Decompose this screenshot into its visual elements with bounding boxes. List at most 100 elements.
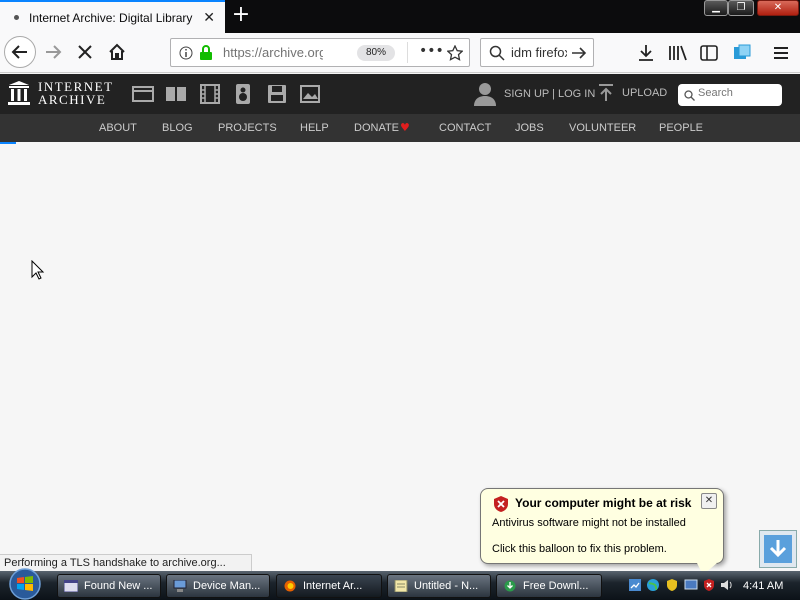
ia-search-icon bbox=[684, 90, 695, 101]
nav-help[interactable]: HELP bbox=[300, 122, 329, 134]
taskbar-device-manager[interactable]: Device Man... bbox=[166, 574, 270, 598]
taskbar-found-new-hardware[interactable]: Found New ... bbox=[57, 574, 161, 598]
images-icon[interactable] bbox=[299, 84, 321, 104]
window-icon bbox=[64, 580, 78, 592]
forward-button[interactable] bbox=[38, 37, 68, 67]
taskbar-free-download[interactable]: Free Downl... bbox=[496, 574, 602, 598]
back-button[interactable] bbox=[4, 36, 36, 68]
back-arrow-icon bbox=[11, 45, 27, 59]
taskbar-label: Device Man... bbox=[193, 580, 261, 592]
info-icon[interactable] bbox=[179, 46, 193, 60]
ia-logo-line2: ARCHIVE bbox=[38, 92, 107, 107]
search-bar[interactable]: idm firefox bbox=[480, 38, 594, 67]
nav-contact[interactable]: CONTACT bbox=[439, 122, 491, 134]
new-tab-button[interactable]: + bbox=[230, 4, 252, 28]
home-button[interactable] bbox=[102, 37, 132, 67]
zoom-indicator[interactable]: 80% bbox=[357, 45, 395, 61]
web-icon[interactable] bbox=[132, 84, 154, 104]
browser-tab[interactable]: Internet Archive: Digital Library of Fre… bbox=[0, 0, 225, 33]
nav-donate[interactable]: DONATE bbox=[354, 122, 399, 134]
library-icon[interactable] bbox=[668, 44, 688, 62]
balloon-close-icon[interactable]: ✕ bbox=[701, 493, 717, 509]
taskbar-label: Free Downl... bbox=[523, 580, 589, 592]
lock-icon[interactable] bbox=[199, 45, 213, 61]
nav-blog[interactable]: BLOG bbox=[162, 122, 193, 134]
software-icon[interactable] bbox=[266, 84, 288, 104]
search-go-icon[interactable] bbox=[571, 46, 587, 60]
ia-building-icon bbox=[8, 81, 30, 105]
stop-button[interactable] bbox=[70, 37, 100, 67]
minimize-button[interactable]: ▁ bbox=[704, 0, 728, 16]
notepad-icon bbox=[394, 580, 408, 592]
user-icon bbox=[474, 83, 496, 106]
nav-jobs[interactable]: JOBS bbox=[515, 122, 544, 134]
balloon-title: Your computer might be at risk bbox=[515, 496, 692, 510]
url-text[interactable]: https://archive.org bbox=[223, 45, 323, 60]
taskbar-label: Internet Ar... bbox=[303, 580, 363, 592]
search-icon bbox=[489, 45, 505, 61]
stop-icon bbox=[78, 45, 92, 59]
security-balloon[interactable]: Your computer might be at risk Antivirus… bbox=[480, 488, 724, 575]
extension-icon[interactable] bbox=[732, 43, 752, 63]
ia-search-input[interactable] bbox=[698, 87, 778, 99]
taskbar-notepad[interactable]: Untitled - N... bbox=[387, 574, 491, 598]
search-query[interactable]: idm firefox bbox=[511, 45, 567, 60]
home-icon bbox=[109, 43, 125, 60]
nav-volunteer[interactable]: VOLUNTEER bbox=[569, 122, 636, 134]
taskbar-label: Untitled - N... bbox=[414, 580, 479, 592]
upload-text[interactable]: UPLOAD bbox=[622, 87, 667, 99]
loading-dot-icon bbox=[14, 15, 19, 20]
maximize-button[interactable]: ❐ bbox=[728, 0, 754, 16]
audio-icon[interactable] bbox=[232, 84, 254, 104]
forward-arrow-icon bbox=[46, 45, 62, 59]
ia-header: INTERNET ARCHIVE SIGN UP | LOG IN UPLOAD bbox=[0, 74, 800, 114]
ia-logo-text: INTERNET ARCHIVE bbox=[38, 80, 114, 106]
window-close-button[interactable]: ✕ bbox=[757, 0, 799, 16]
mouse-cursor-icon bbox=[31, 260, 45, 280]
tray-display-icon[interactable] bbox=[684, 578, 698, 592]
taskbar: Found New ... Device Man... Internet Ar.… bbox=[0, 568, 800, 600]
menu-icon[interactable] bbox=[773, 46, 789, 60]
nav-toolbar: https://archive.org 80% ••• idm firefox bbox=[0, 33, 800, 73]
screen: Internet Archive: Digital Library of Fre… bbox=[0, 0, 800, 600]
signup-login-text[interactable]: SIGN UP | LOG IN bbox=[504, 88, 595, 100]
upload-icon bbox=[599, 84, 613, 101]
tray-shield-icon[interactable] bbox=[665, 578, 679, 592]
ia-search-box[interactable] bbox=[678, 84, 782, 106]
computer-icon bbox=[173, 580, 187, 592]
windows-orb-icon bbox=[9, 568, 41, 600]
taskbar-internet-archive[interactable]: Internet Ar... bbox=[276, 574, 382, 598]
balloon-message: Antivirus software might not be installe… bbox=[492, 517, 686, 529]
download-globe-icon bbox=[504, 580, 516, 592]
nav-people[interactable]: PEOPLE bbox=[659, 122, 703, 134]
tab-strip: Internet Archive: Digital Library of Fre… bbox=[0, 0, 800, 33]
ia-nav-bar: ABOUT BLOG PROJECTS HELP DONATE ♥ CONTAC… bbox=[0, 114, 800, 142]
tray-network-icon[interactable] bbox=[628, 578, 642, 592]
url-bar[interactable]: https://archive.org 80% ••• bbox=[170, 38, 470, 67]
page-actions-icon[interactable]: ••• bbox=[419, 43, 444, 59]
upload-link[interactable]: UPLOAD bbox=[598, 84, 667, 102]
bookmark-star-icon[interactable] bbox=[447, 45, 463, 61]
download-arrow-icon bbox=[764, 535, 792, 563]
signup-login-link[interactable]: SIGN UP | LOG IN bbox=[474, 82, 595, 106]
tab-title: Internet Archive: Digital Library of Fre… bbox=[29, 10, 194, 25]
taskbar-label: Found New ... bbox=[84, 580, 153, 592]
nav-about[interactable]: ABOUT bbox=[99, 122, 137, 134]
sidebar-icon[interactable] bbox=[700, 45, 718, 61]
tab-close-icon[interactable]: ✕ bbox=[203, 10, 215, 26]
security-shield-icon bbox=[494, 496, 508, 512]
download-manager-icon[interactable] bbox=[759, 530, 797, 568]
video-icon[interactable] bbox=[199, 84, 221, 104]
texts-icon[interactable] bbox=[165, 84, 187, 104]
tray-clock[interactable]: 4:41 AM bbox=[743, 580, 783, 592]
nav-projects[interactable]: PROJECTS bbox=[218, 122, 277, 134]
url-separator bbox=[407, 42, 408, 63]
tray-volume-icon[interactable] bbox=[720, 578, 734, 592]
heart-icon: ♥ bbox=[400, 121, 410, 134]
ia-logo[interactable]: INTERNET ARCHIVE bbox=[8, 80, 114, 106]
downloads-icon[interactable] bbox=[638, 44, 654, 62]
tray-security-alert-icon[interactable] bbox=[702, 578, 716, 592]
start-button[interactable] bbox=[2, 567, 48, 600]
balloon-action[interactable]: Click this balloon to fix this problem. bbox=[492, 543, 667, 555]
tray-globe-icon[interactable] bbox=[646, 578, 660, 592]
